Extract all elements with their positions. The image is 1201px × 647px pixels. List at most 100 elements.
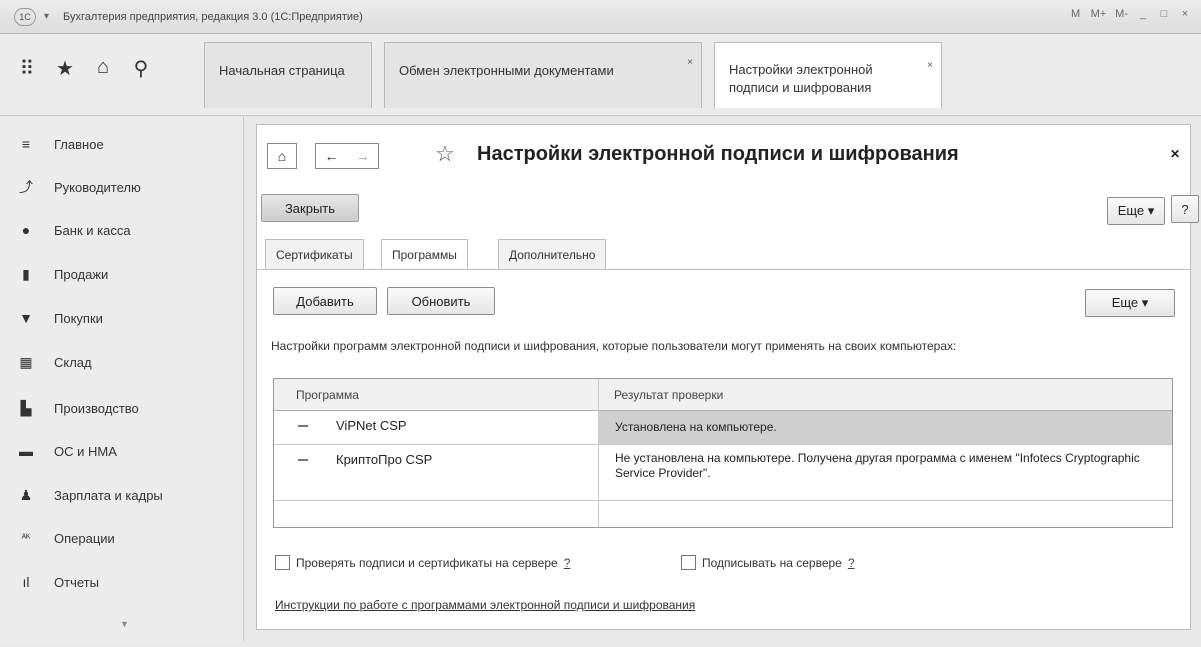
check-on-server-label[interactable]: Проверять подписи и сертификаты на серве… [296,556,558,570]
apps-grid-icon[interactable]: ⠿ [16,56,38,81]
sidebar-item-label: Производство [54,400,139,416]
program-name: ViPNet CSP [336,418,407,433]
factory-icon: ▙ [20,399,32,416]
sidebar-item-purchases[interactable]: ▼ Покупки [18,307,103,329]
tab-signature-label-line2: подписи и шифрования [729,80,872,95]
table-more-button[interactable]: Еще ▾ [1085,289,1175,317]
sidebar-item-label: Главное [54,136,104,152]
description-text: Настройки программ электронной подписи и… [271,339,957,353]
more-button[interactable]: Еще ▾ [1107,197,1165,225]
table-row[interactable]: ViPNet CSP Установлена на компьютере. [274,411,1172,445]
back-arrow-icon[interactable]: ← [325,148,339,164]
program-cell: ViPNet CSP [274,411,598,444]
window-title: Бухгалтерия предприятия, редакция 3.0 (1… [63,10,363,23]
shopping-bag-icon: ▮ [22,265,30,282]
bar-chart-icon: ıl [22,574,30,590]
tab-signature-close-icon[interactable]: × [927,57,933,75]
result-cell: Установлена на компьютере. [599,411,1172,444]
settings-form: ⌂ ← → ☆ Настройки электронной подписи и … [256,124,1199,630]
sidebar-item-label: Операции [54,530,115,546]
close-form-icon[interactable]: ✕ [1170,147,1180,161]
tab-home[interactable]: Начальная страница [204,42,372,108]
tab-edo-close-icon[interactable]: × [687,57,693,68]
sidebar-item-label: Продажи [54,266,109,282]
sidebar-item-main[interactable]: ≡ Главное [18,133,104,155]
sidebar-item-label: Руководителю [54,179,141,195]
sidebar-item-fixed-assets[interactable]: ▬ ОС и НМА [18,440,117,462]
sign-on-server-help-link[interactable]: ? [848,556,855,570]
sidebar-item-warehouse[interactable]: ▦ Склад [18,351,92,373]
sidebar-item-reports[interactable]: ıl Отчеты [18,571,99,593]
window-controls: M M+ M- _ □ × [1070,8,1191,20]
menu-lines-icon: ≡ [21,136,31,152]
instructions-link[interactable]: Инструкции по работе с программами элект… [275,598,695,612]
truck-icon: ▬ [19,443,33,459]
sidebar-item-manager[interactable]: ⤴ Руководителю [18,176,141,198]
check-on-server-checkbox[interactable] [275,555,290,570]
trend-chart-icon: ⤴ [19,179,33,195]
sign-on-server-label[interactable]: Подписывать на сервере [702,556,842,570]
memory-minus-button[interactable]: M- [1115,8,1128,20]
column-header-result[interactable]: Результат проверки [614,388,723,402]
check-on-server-option: Проверять подписи и сертификаты на серве… [275,555,570,570]
close-button[interactable]: Закрыть [261,194,359,222]
page-title: Настройки электронной подписи и шифрован… [477,143,959,165]
tab-additional[interactable]: Дополнительно [498,239,607,270]
tab-edo[interactable]: Обмен электронными документами × [384,42,702,108]
search-icon[interactable]: ⚲ [130,56,152,81]
sidebar-item-salary[interactable]: ♟ Зарплата и кадры [18,484,163,506]
memory-button[interactable]: M [1070,8,1082,20]
tab-signature-settings[interactable]: Настройки электронной подписи и шифрован… [714,42,942,108]
sidebar-item-production[interactable]: ▙ Производство [18,397,139,419]
table-row[interactable]: КриптоПро CSP Не установлена на компьюте… [274,445,1172,501]
sign-on-server-checkbox[interactable] [681,555,696,570]
refresh-button[interactable]: Обновить [387,287,495,315]
sidebar-item-label: ОС и НМА [54,443,117,459]
tab-signature-label-line1: Настройки электронной [729,62,873,77]
program-cell: КриптоПро CSP [274,445,598,500]
tab-certificates[interactable]: Сертификаты [265,239,364,270]
favorites-star-icon[interactable]: ★ [54,56,76,81]
tab-home-label: Начальная страница [219,63,345,78]
result-cell: Не установлена на компьютере. Получена д… [615,451,1140,480]
maximize-button[interactable]: □ [1158,8,1170,20]
table-header: Программа Результат проверки [274,379,1172,411]
sidebar-item-label: Зарплата и кадры [54,487,163,503]
history-icon[interactable]: ⌂ [92,56,114,81]
sidebar-item-operations[interactable]: ᴬᴷ Операции [18,527,115,549]
sidebar-item-sales[interactable]: ▮ Продажи [18,263,108,285]
person-icon: ♟ [19,486,33,503]
top-panel: ⠿ ★ ⌂ ⚲ Начальная страница Обмен электро… [0,34,1201,116]
app-logo-icon[interactable]: 1С [14,7,36,26]
warehouse-icon: ▦ [19,353,33,370]
sidebar-item-bank[interactable]: ● Банк и касса [18,219,131,241]
add-button[interactable]: Добавить [273,287,377,315]
programs-table: Программа Результат проверки ViPNet CSP … [273,378,1173,528]
main-menu-icon[interactable]: ▾ [44,11,49,22]
close-window-button[interactable]: × [1179,8,1191,20]
cart-icon: ▼ [19,310,33,326]
sidebar-item-label: Покупки [54,310,103,326]
tab-edo-label: Обмен электронными документами [399,63,614,78]
debit-credit-icon: ᴬᴷ [21,532,31,544]
home-button[interactable]: ⌂ [267,143,297,169]
column-header-program[interactable]: Программа [296,388,359,402]
favorite-star-icon[interactable]: ☆ [435,141,455,167]
forward-arrow-icon[interactable]: → [356,148,370,164]
coin-icon: ● [21,222,31,238]
sidebar: ≡ Главное ⤴ Руководителю ● Банк и касса … [0,117,244,641]
sidebar-item-label: Склад [54,354,92,370]
memory-plus-button[interactable]: M+ [1091,8,1107,20]
tab-divider [257,269,1190,270]
help-button[interactable]: ? [1171,195,1199,223]
scroll-down-icon[interactable]: ▼ [120,619,129,629]
row-marker-icon [298,459,308,461]
program-name: КриптоПро CSP [336,452,433,467]
toolbar-icons: ⠿ ★ ⌂ ⚲ [16,56,152,81]
window-title-bar: 1С ▾ Бухгалтерия предприятия, редакция 3… [0,0,1201,34]
sidebar-item-label: Отчеты [54,574,99,590]
row-marker-icon [298,425,308,427]
tab-programs[interactable]: Программы [381,239,468,270]
check-on-server-help-link[interactable]: ? [564,556,571,570]
minimize-button[interactable]: _ [1137,8,1149,20]
